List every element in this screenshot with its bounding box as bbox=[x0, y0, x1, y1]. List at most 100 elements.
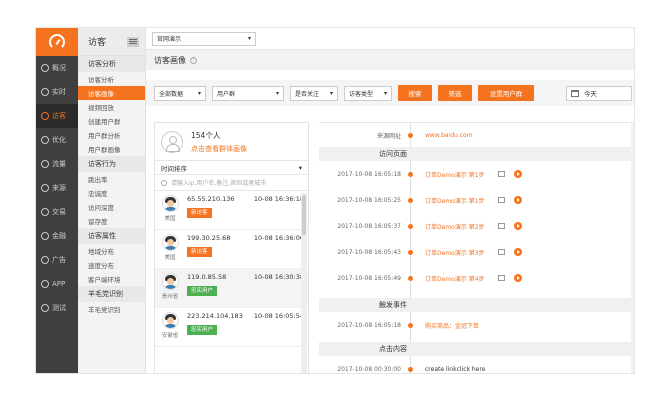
source-label: 来源网址 bbox=[376, 132, 401, 140]
menu-group-title[interactable]: 访客行为 bbox=[78, 156, 145, 172]
sidebar-item[interactable]: 优化 bbox=[36, 128, 78, 152]
menu-item[interactable]: 创建用户群 bbox=[78, 114, 145, 128]
play-icon[interactable] bbox=[514, 274, 522, 282]
visitor-avatar: 美国 bbox=[159, 234, 181, 268]
sidebar-item[interactable]: 金融 bbox=[36, 224, 78, 248]
visitor-time: 10-08 16:36:18 bbox=[253, 195, 304, 203]
menu-item[interactable]: 羊毛党识别 bbox=[78, 302, 145, 316]
menu-item[interactable]: 视频回放 bbox=[78, 100, 145, 114]
screenshot-icon[interactable] bbox=[498, 197, 505, 203]
help-icon[interactable]: ? bbox=[190, 56, 197, 64]
filter-button[interactable]: 筛选 bbox=[438, 85, 472, 101]
visitor-row[interactable]: 美国 65.55.210.136 10-08 16:36:18 新访客 bbox=[155, 191, 308, 230]
follow-dropdown[interactable]: 是否关注 ▾ bbox=[290, 85, 338, 101]
sidebar-item-label: 访客 bbox=[52, 112, 66, 120]
entry-time: 2017-10-08 16:05:37 bbox=[337, 222, 401, 230]
menu-item[interactable]: 速度分布 bbox=[78, 258, 145, 272]
timeline-dot bbox=[408, 275, 413, 281]
sidebar-item[interactable]: 概况 bbox=[36, 56, 78, 80]
menu-group-title[interactable]: 访客分析 bbox=[78, 56, 145, 72]
source-row: 来源网址 www.baidu.com bbox=[319, 128, 634, 142]
source-link[interactable]: www.baidu.com bbox=[425, 132, 473, 139]
date-picker[interactable]: 今天 bbox=[566, 85, 632, 101]
set-user-group-button[interactable]: 设置用户群 bbox=[478, 85, 534, 101]
menu-item[interactable]: 留存度 bbox=[78, 214, 145, 228]
menu-item[interactable]: 用户群画像 bbox=[78, 142, 145, 156]
pages-section-title: 访问页面 bbox=[319, 147, 634, 161]
menu-item[interactable]: 访问深度 bbox=[78, 200, 145, 214]
sidebar-item[interactable]: APP bbox=[36, 272, 78, 296]
secondary-menu: 访客 访客分析 访客分析 访客画像 视频回放 创建用户群 用户群分析 用户群画像 访客行为 跳出… bbox=[78, 28, 146, 373]
visitor-type-dropdown[interactable]: 访客类型 ▾ bbox=[344, 85, 392, 101]
screenshot-icon[interactable] bbox=[498, 249, 505, 255]
all-data-dropdown[interactable]: 全部数据 ▾ bbox=[154, 85, 206, 101]
menu-item[interactable]: 跳出率 bbox=[78, 172, 145, 186]
sidebar-item-label: 概况 bbox=[52, 64, 66, 72]
timeline-scrollbar[interactable] bbox=[631, 123, 634, 373]
timeline-entry: 2017-10-08 16:05:49 订单Demo演示 第4步 bbox=[319, 271, 634, 285]
visitor-region: 贵州省 bbox=[161, 294, 179, 300]
screenshot-icon[interactable] bbox=[498, 275, 505, 281]
entry-link[interactable]: 订单Demo演示 第4步 bbox=[425, 274, 485, 283]
page-title: 访客画像 bbox=[154, 55, 186, 65]
screenshot-icon[interactable] bbox=[498, 223, 505, 229]
sidebar-item[interactable]: 实时 bbox=[36, 80, 78, 104]
chevron-down-icon: ▾ bbox=[329, 89, 333, 97]
visitor-ip: 119.0.85.58 bbox=[187, 273, 227, 281]
play-icon[interactable] bbox=[514, 222, 522, 230]
menu-item[interactable]: 忠诚度 bbox=[78, 186, 145, 200]
sidebar-item[interactable]: 流量 bbox=[36, 152, 78, 176]
visitor-row[interactable]: 安徽省 223.214.104.183 10-08 16:05:54 忠实用户 bbox=[155, 308, 308, 347]
sidebar-item[interactable]: 广告 bbox=[36, 248, 78, 272]
sidebar-item[interactable]: 测试 bbox=[36, 296, 78, 320]
avatar-placeholder-icon bbox=[161, 130, 183, 153]
screenshot-icon[interactable] bbox=[498, 171, 505, 177]
menu-toggle-icon[interactable] bbox=[127, 36, 139, 47]
entry-link[interactable]: 订单Demo演示 第1步 bbox=[425, 196, 485, 205]
sidebar-item[interactable]: 交易 bbox=[36, 200, 78, 224]
visitor-row[interactable]: 贵州省 119.0.85.58 10-08 16:30:38 忠实用户 bbox=[155, 269, 308, 308]
visitor-type-label: 访客类型 bbox=[349, 90, 374, 98]
site-select-value: 官网演示 bbox=[157, 36, 182, 43]
sidebar-item-label: 流量 bbox=[52, 160, 66, 168]
menu-item[interactable]: 访客画像 bbox=[78, 86, 145, 100]
primary-sidebar: 概况实时访客优化流量来源 交易 金融广告 APP 测试 bbox=[36, 28, 78, 373]
visitor-row[interactable]: 美国 199.30.25.68 10-08 16:36:00 新访客 bbox=[155, 230, 308, 269]
sidebar-item-label: 优化 bbox=[52, 136, 66, 144]
play-icon[interactable] bbox=[514, 196, 522, 204]
play-icon[interactable] bbox=[514, 248, 522, 256]
search-button[interactable]: 搜索 bbox=[398, 85, 432, 101]
site-select[interactable]: 官网演示 ▾ bbox=[152, 31, 256, 46]
avatar bbox=[161, 195, 179, 212]
entry-link[interactable]: 订单Demo演示 第1步 bbox=[425, 170, 485, 179]
sidebar-item-label: APP bbox=[52, 280, 66, 288]
swap-icon bbox=[41, 184, 49, 192]
sidebar-item[interactable]: 访客 bbox=[36, 104, 78, 128]
menu-group-title[interactable]: 羊毛党识别 bbox=[78, 286, 145, 302]
menu-item[interactable]: 访客分析 bbox=[78, 72, 145, 86]
menu-item[interactable]: 用户群分析 bbox=[78, 128, 145, 142]
sidebar-item[interactable]: 来源 bbox=[36, 176, 78, 200]
sort-dropdown[interactable]: 时间排序 ▾ bbox=[155, 161, 308, 175]
logo[interactable] bbox=[36, 28, 78, 56]
sort-label: 时间排序 bbox=[161, 164, 187, 173]
menu-item[interactable]: 客户端环境 bbox=[78, 272, 145, 286]
user-group-dropdown[interactable]: 用户群 ▾ bbox=[212, 85, 284, 101]
timeline-entry: 2017-10-08 16:05:37 订单Demo演示 第2步 bbox=[319, 219, 634, 233]
visitor-time: 10-08 16:30:38 bbox=[253, 273, 304, 281]
app-icon bbox=[41, 280, 49, 288]
visitor-search-input[interactable]: 请输入ip,用户名,备注,首但或者城市 bbox=[155, 175, 308, 191]
menu-item[interactable]: 地域分布 bbox=[78, 244, 145, 258]
group-portrait-link[interactable]: 点击查看群体画像 bbox=[191, 144, 247, 154]
events-section-title: 触发事件 bbox=[319, 298, 634, 312]
entry-link[interactable]: create linkclick here bbox=[425, 366, 485, 373]
entry-link[interactable]: 订单Demo演示 第3步 bbox=[425, 248, 485, 257]
list-scrollbar[interactable] bbox=[301, 193, 307, 373]
play-icon[interactable] bbox=[514, 170, 522, 178]
sidebar-item-label: 广告 bbox=[52, 256, 66, 264]
list-icon bbox=[41, 64, 49, 72]
entry-link[interactable]: 订单Demo演示 第2步 bbox=[425, 222, 485, 231]
entry-link[interactable]: 购买商品：金冠下单 bbox=[425, 321, 479, 330]
menu-group-title[interactable]: 访客属性 bbox=[78, 228, 145, 244]
visitor-ip: 65.55.210.136 bbox=[187, 195, 235, 203]
